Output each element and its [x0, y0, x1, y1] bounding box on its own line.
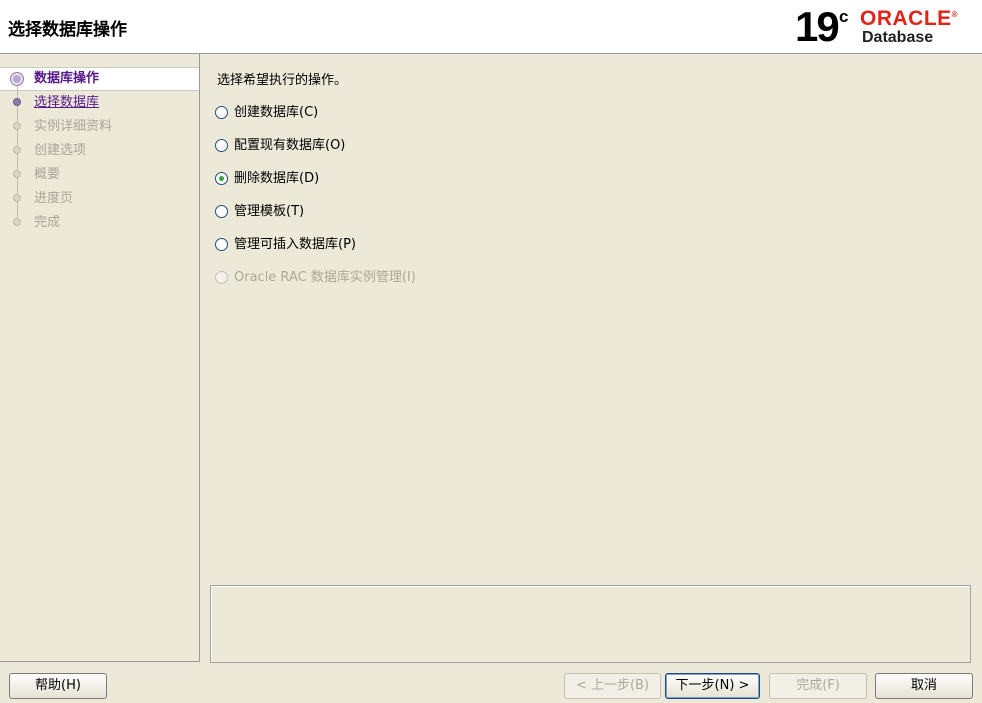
option-label[interactable]: 管理可插入数据库(P) [234, 235, 356, 255]
cancel-button[interactable]: 取消 [875, 673, 973, 699]
step-dot-icon [13, 194, 21, 202]
step-progress: 进度页 [0, 187, 199, 211]
step-label: 实例详细资料 [34, 119, 113, 134]
radio-button[interactable] [215, 205, 228, 218]
step-creation-options: 创建选项 [0, 139, 199, 163]
option-label[interactable]: 管理模板(T) [234, 202, 304, 222]
option-label[interactable]: 创建数据库(C) [234, 103, 318, 123]
logo-version: 19 [795, 3, 840, 50]
step-dot-icon [13, 170, 21, 178]
step-label: 进度页 [34, 191, 74, 206]
radio-button[interactable] [215, 238, 228, 251]
step-label: 数据库操作 [34, 71, 100, 86]
logo-brand: ORACLE® [860, 7, 959, 30]
option-label[interactable]: 配置现有数据库(O) [234, 136, 345, 156]
back-button[interactable]: < 上一步(B) [564, 673, 661, 699]
step-dot-icon [13, 146, 21, 154]
radio-button[interactable] [215, 139, 228, 152]
step-select-database[interactable]: 选择数据库 [0, 91, 199, 115]
instruction-text: 选择希望执行的操作。 [217, 73, 348, 88]
step-label[interactable]: 选择数据库 [34, 91, 99, 115]
next-button[interactable]: 下一步(N) > [665, 673, 760, 699]
option-label: Oracle RAC 数据库实例管理(I) [234, 270, 416, 285]
page-title: 选择数据库操作 [8, 20, 127, 40]
step-summary: 概要 [0, 163, 199, 187]
finish-button[interactable]: 完成(F) [769, 673, 867, 699]
message-area [210, 585, 971, 663]
step-finish: 完成 [0, 211, 199, 235]
step-dot-icon [13, 218, 21, 226]
oracle-19c-logo: 19 c ORACLE® Database [795, 5, 975, 49]
option-label[interactable]: 删除数据库(D) [234, 169, 319, 189]
radio-button-selected[interactable] [215, 172, 228, 185]
step-list: 数据库操作 选择数据库 实例详细资料 创建选项 概要 进度页 完成 [0, 67, 199, 235]
help-button[interactable]: 帮助(H) [9, 673, 107, 699]
content-panel: 选择希望执行的操作。 创建数据库(C) 配置现有数据库(O) 删除数据库(D) … [200, 54, 982, 663]
radio-button[interactable] [215, 106, 228, 119]
step-instance-details: 实例详细资料 [0, 115, 199, 139]
radio-button-disabled [215, 271, 228, 284]
step-dot-icon [13, 122, 21, 130]
logo-product: Database [862, 29, 934, 46]
step-dot-icon [13, 98, 21, 106]
step-label: 创建选项 [34, 143, 87, 158]
step-label: 概要 [34, 167, 61, 182]
step-current-indicator-icon [11, 73, 23, 85]
step-label: 完成 [34, 215, 61, 230]
logo-version-suffix: c [839, 7, 849, 26]
step-database-operation: 数据库操作 [0, 67, 199, 93]
steps-panel: 数据库操作 选择数据库 实例详细资料 创建选项 概要 进度页 完成 [0, 54, 200, 662]
header-banner: 选择数据库操作 19 c ORACLE® Database [0, 0, 982, 54]
